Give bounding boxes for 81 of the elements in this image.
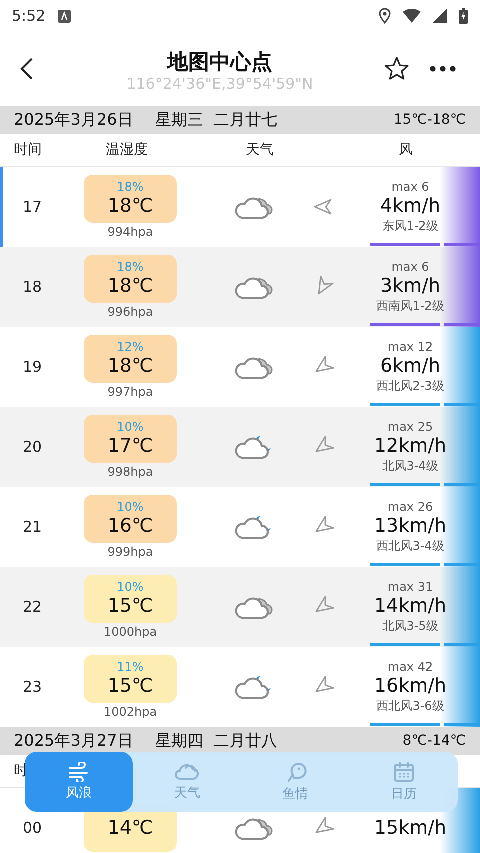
humidity-text: 10%	[117, 420, 144, 434]
max-wind-text: max 6	[392, 260, 430, 274]
nav-tab[interactable]: 鱼情	[242, 752, 350, 812]
wind-speed-text: 15km/h	[374, 816, 447, 840]
star-icon[interactable]	[384, 56, 410, 82]
wind-speed-text: 6km/h	[380, 354, 441, 378]
weekday-text: 星期三	[155, 110, 204, 130]
hour-label: 00	[22, 819, 42, 837]
notification-icon	[58, 10, 71, 22]
wind-speed-text: 14km/h	[374, 594, 447, 618]
wind-level-text: 西南风1-2级	[376, 298, 444, 314]
temperature-range: 15℃-18℃	[394, 112, 466, 128]
date-text: 2025年3月27日	[14, 730, 134, 752]
pressure-text: 1000hpa	[104, 625, 158, 639]
signal-icon	[433, 9, 447, 23]
pressure-text: 997hpa	[108, 385, 154, 399]
weekday-text: 星期四	[155, 730, 204, 752]
humidity-text: 18%	[117, 260, 144, 274]
column-header: 温湿度	[106, 141, 149, 159]
temperature-text: 18℃	[108, 194, 154, 218]
pressure-text: 994hpa	[108, 225, 154, 239]
wind-level-text: 东风1-2级	[382, 218, 438, 234]
temperature-text: 18℃	[108, 354, 154, 378]
wind-level-text: 西北风3-6级	[376, 698, 444, 714]
battery-icon	[459, 8, 468, 24]
temperature-text: 16℃	[108, 514, 154, 538]
humidity-text: 18%	[117, 180, 144, 194]
date-text: 2025年3月26日	[14, 110, 134, 130]
wind-speed-text: 13km/h	[374, 514, 447, 538]
column-header: 时间	[14, 141, 43, 159]
wind-speed-text: 16km/h	[374, 674, 447, 698]
wind-speed-text: 3km/h	[380, 274, 441, 298]
pressure-text: 1002hpa	[104, 705, 158, 719]
hour-label: 22	[22, 598, 42, 616]
humidity-text: 11%	[117, 660, 144, 674]
temperature-text: 15℃	[108, 594, 154, 618]
hour-label: 18	[22, 278, 42, 296]
wind-level-text: 西北风2-3级	[376, 378, 444, 394]
wifi-icon	[403, 9, 421, 23]
max-wind-text: max 25	[388, 420, 434, 434]
temperature-text: 17℃	[108, 434, 154, 458]
column-header: 天气	[246, 141, 275, 159]
max-wind-text: max 42	[388, 660, 434, 674]
pressure-text: 998hpa	[108, 465, 154, 479]
max-wind-text: max 31	[388, 580, 434, 594]
more-icon[interactable]	[430, 66, 456, 72]
hour-label: 23	[22, 678, 42, 696]
wind-level-text: 西北风3-4级	[376, 538, 444, 554]
lunar-date-text: 二月廿七	[213, 110, 278, 130]
coordinates-text: 116°24'36"E,39°54'59"N	[126, 75, 314, 93]
hour-label: 19	[22, 358, 42, 376]
hour-label: 17	[22, 198, 42, 216]
wind-level-text: 北风3-5级	[382, 618, 438, 634]
lunar-date-text: 二月廿八	[213, 730, 278, 752]
temperature-text: 15℃	[108, 674, 154, 698]
hour-label: 20	[22, 438, 42, 456]
location-icon	[379, 8, 391, 24]
cloud-icon	[174, 762, 200, 782]
wind-level-text: 北风3-4级	[382, 458, 438, 474]
hour-label: 21	[22, 518, 42, 536]
humidity-text: 10%	[117, 580, 144, 594]
pressure-text: 999hpa	[108, 545, 154, 559]
max-wind-text: max 12	[388, 340, 434, 354]
calendar-icon	[392, 761, 415, 783]
temperature-text: 14℃	[108, 816, 154, 840]
wind-speed-text: 4km/h	[380, 194, 441, 218]
max-wind-text: max 6	[392, 180, 430, 194]
humidity-text: 12%	[117, 340, 144, 354]
nav-tab[interactable]: 日历	[350, 752, 458, 812]
pressure-text: 996hpa	[108, 305, 154, 319]
back-icon[interactable]	[20, 57, 34, 81]
humidity-text: 10%	[117, 500, 144, 514]
nav-tab[interactable]: 天气	[133, 752, 242, 812]
temperature-range: 8℃-14℃	[402, 733, 466, 749]
status-time: 5:52	[12, 7, 46, 25]
max-wind-text: max 26	[388, 500, 434, 514]
column-header: 风	[398, 141, 414, 159]
wind-speed-text: 12km/h	[374, 434, 447, 458]
temperature-text: 18℃	[108, 274, 154, 298]
page-title: 地图中心点	[168, 49, 272, 75]
nav-tab[interactable]: 风浪	[25, 752, 134, 812]
